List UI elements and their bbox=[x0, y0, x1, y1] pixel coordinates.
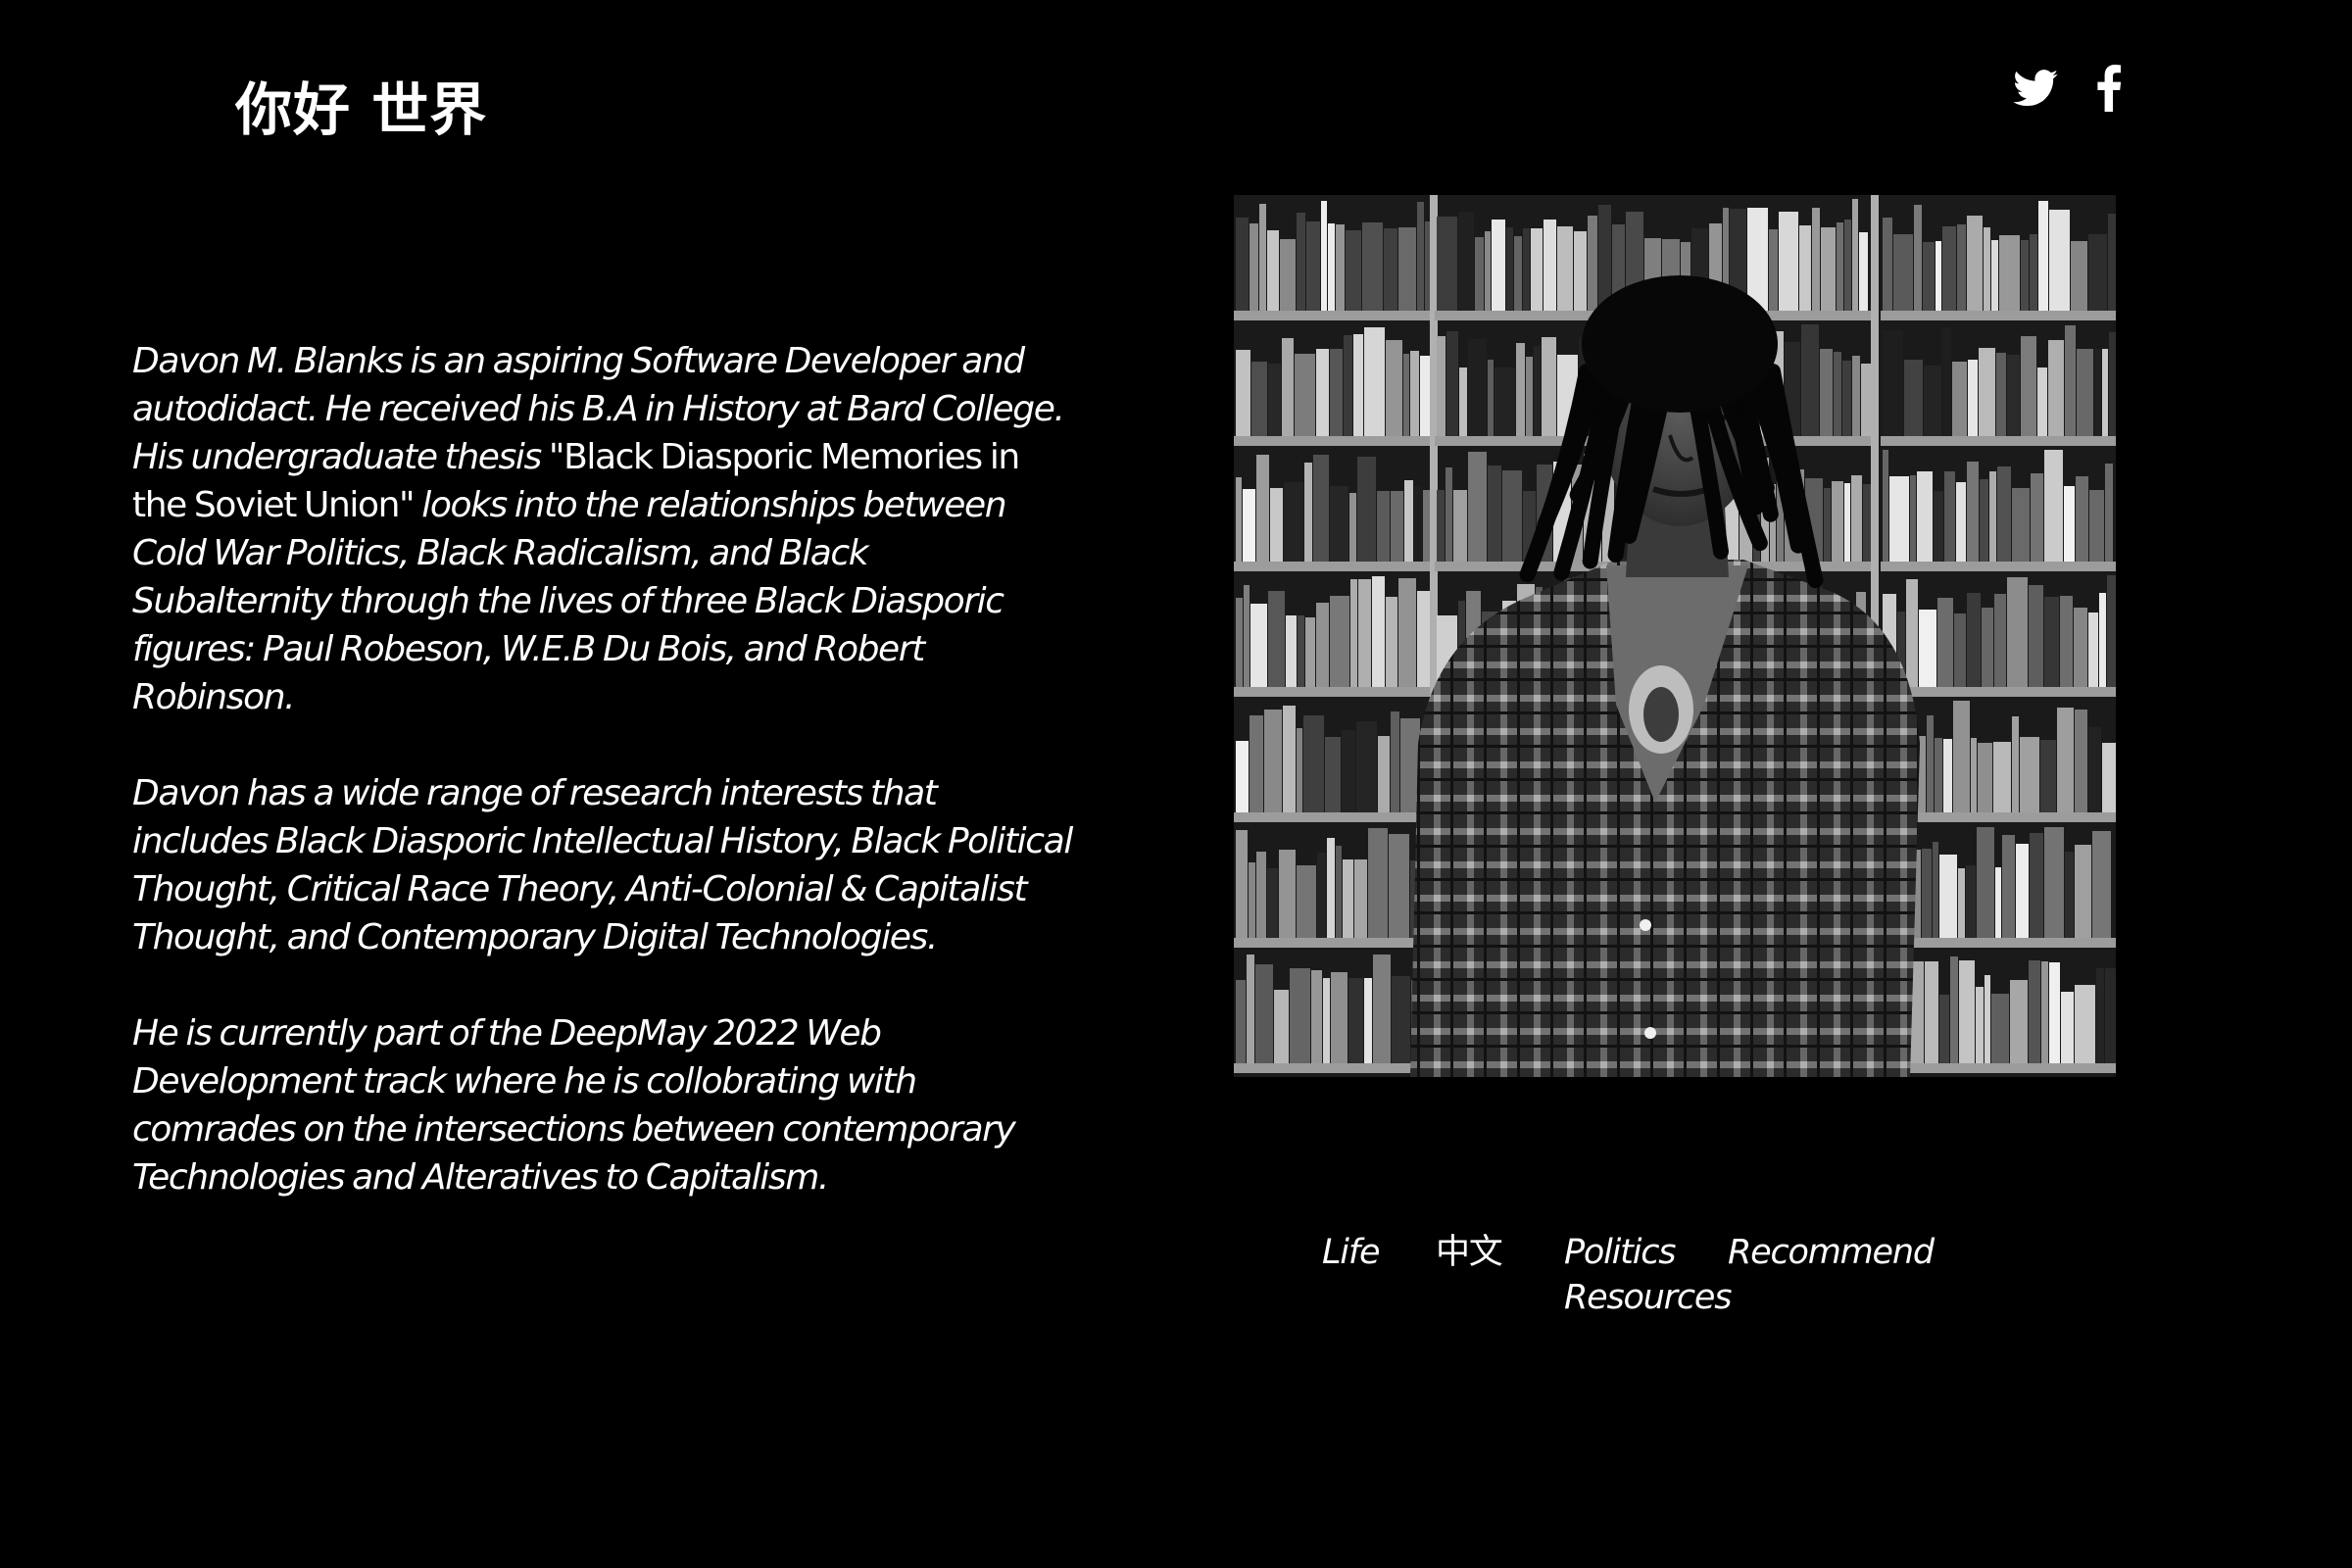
nav-link-recommend[interactable]: Recommend bbox=[1728, 1230, 1935, 1275]
facebook-link[interactable] bbox=[2097, 65, 2121, 112]
bio-paragraph-education: Davon M. Blanks is an aspiring Software … bbox=[132, 337, 1073, 721]
twitter-link[interactable] bbox=[2013, 70, 2058, 107]
facebook-icon bbox=[2097, 65, 2121, 112]
bio-paragraph-current: He is currently part of the DeepMay 2022… bbox=[132, 1013, 1016, 1198]
twitter-icon bbox=[2013, 70, 2058, 107]
nav-link-chinese[interactable]: 中文 bbox=[1436, 1230, 1503, 1275]
nav-link-life[interactable]: Life bbox=[1322, 1230, 1380, 1275]
profile-photo bbox=[1234, 195, 2116, 1077]
social-links bbox=[2013, 65, 2121, 112]
bio-paragraph-interests: Davon has a wide range of research inter… bbox=[132, 773, 1073, 957]
nav-link-politics[interactable]: Politics bbox=[1564, 1230, 1677, 1275]
nav-link-resources[interactable]: Resources bbox=[1564, 1275, 1732, 1320]
bio-section: Davon M. Blanks is an aspiring Software … bbox=[132, 337, 1073, 1250]
site-title: 你好 世界 bbox=[235, 76, 488, 143]
